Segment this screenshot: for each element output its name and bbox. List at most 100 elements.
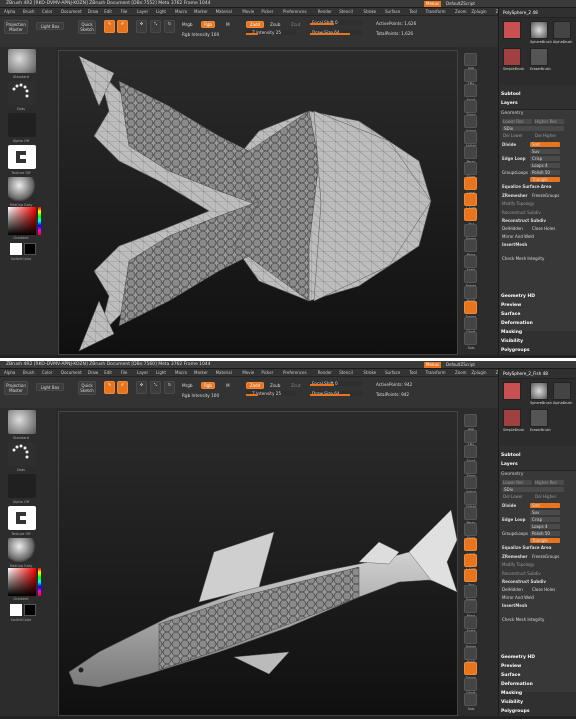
shelf-button-bpr[interactable] [464, 414, 477, 427]
equalize-surface-area-button[interactable]: Equalize Surface Area [502, 545, 551, 550]
del-lower-button[interactable]: Del Lower [503, 494, 523, 499]
sdiv-slider[interactable]: SDiv [504, 487, 513, 492]
rgb-intensity-slider[interactable]: Rgb Intensity 100 [182, 32, 219, 37]
edit-button[interactable]: ✎ [104, 381, 115, 394]
quick-sketch-button[interactable]: Quick Sketch [78, 381, 96, 395]
shelf-button-frame[interactable] [464, 223, 477, 237]
hue-slider[interactable] [38, 207, 41, 235]
main-color-swatch[interactable] [10, 604, 22, 616]
shelf-button-solo[interactable] [464, 332, 477, 345]
menu-edit[interactable]: Edit [104, 9, 112, 14]
layers-header[interactable]: Layers [501, 101, 518, 106]
subtool-header[interactable]: Subtool [501, 453, 521, 458]
zremesher-button[interactable]: ZRemesher [502, 193, 528, 198]
draw-size-slider[interactable]: Draw Size 64 [310, 391, 362, 396]
stroke-thumbnail[interactable] [8, 442, 36, 466]
texture-thumbnail[interactable] [8, 145, 36, 169]
polygroups-header[interactable]: Polygroups [501, 348, 530, 353]
menu-file[interactable]: File [121, 370, 128, 375]
focal-shift-slider[interactable]: Focal Shift 0 [310, 381, 362, 386]
del-higher-button[interactable]: Del Higher [535, 133, 556, 138]
shelf-button-polyf[interactable] [464, 646, 477, 660]
suv-toggle[interactable]: Suv [532, 510, 539, 515]
equalize-surface-area-button[interactable]: Equalize Surface Area [502, 184, 551, 189]
edge-loop-button[interactable]: Edge Loop [502, 517, 525, 522]
z-intensity-slider[interactable]: Z Intensity 25 [246, 391, 296, 396]
focal-shift-slider[interactable]: Focal Shift 0 [310, 20, 362, 25]
polish-slider[interactable]: Polish 50 [532, 531, 550, 536]
hue-slider[interactable] [38, 568, 41, 596]
higher-res-button[interactable]: Higher Res [535, 480, 557, 485]
mirror-and-weld-button[interactable]: Mirror And Weld [502, 234, 534, 239]
current-tool-thumbnail[interactable] [503, 382, 521, 400]
shelf-button-rotate[interactable] [464, 270, 477, 283]
projection-master-button[interactable]: Projection Master [4, 381, 28, 395]
menu-brush[interactable]: Brush [23, 370, 35, 375]
modify-topology-button[interactable]: Modify Topology [502, 562, 534, 567]
menu-alpha[interactable]: Alpha [4, 9, 15, 14]
masking-header[interactable]: Masking [501, 691, 522, 696]
geometry-hd-header[interactable]: Geometry HD [501, 655, 535, 660]
shelf-button-lsym[interactable] [464, 553, 477, 567]
menu-render[interactable]: Render [318, 370, 332, 375]
geometry-header[interactable]: Geometry [501, 111, 523, 116]
close-holes-button[interactable]: Close Holes [532, 587, 555, 592]
delhidden-button[interactable]: DelHidden [502, 226, 523, 231]
menu-layer[interactable]: Layer [137, 9, 148, 14]
spherebrush-thumbnail[interactable] [530, 382, 548, 400]
groups-loops-button[interactable]: GroupsLoops [502, 170, 528, 175]
simplebrush-thumbnail[interactable] [503, 48, 521, 66]
shelf-button-actual[interactable] [464, 476, 477, 489]
menu-layer[interactable]: Layer [137, 370, 148, 375]
default-zscript-button[interactable]: DefaultZScript [444, 1, 477, 7]
menu-transform[interactable]: Transform [426, 370, 446, 375]
shelf-button-scale[interactable] [464, 615, 477, 629]
crisp-toggle[interactable]: Crisp [532, 517, 542, 522]
menu-tool[interactable]: Tool [409, 9, 417, 14]
freeze-groups-toggle[interactable]: FreezeGroups [532, 554, 559, 559]
del-higher-button[interactable]: Del Higher [535, 494, 556, 499]
subtool-header[interactable]: Subtool [501, 92, 521, 97]
shelf-button-transp[interactable] [464, 662, 477, 675]
move-button[interactable]: ✥ [136, 20, 147, 33]
shelf-button-scroll[interactable] [464, 445, 477, 458]
m-toggle[interactable]: M [226, 22, 230, 27]
zadd-toggle[interactable]: Zadd [246, 382, 264, 389]
delhidden-button[interactable]: DelHidden [502, 587, 523, 592]
move-button[interactable]: ✥ [136, 381, 147, 394]
draw-size-slider[interactable]: Draw Size 64 [310, 30, 362, 35]
mrgb-toggle[interactable]: Mrgb [182, 383, 193, 388]
menu-light[interactable]: Light [156, 9, 166, 14]
material-thumbnail[interactable] [8, 177, 36, 201]
suv-toggle[interactable]: Suv [532, 149, 539, 154]
alpha-thumbnail[interactable] [8, 474, 36, 498]
texture-thumbnail[interactable] [8, 506, 36, 530]
shelf-button-floor[interactable] [464, 161, 477, 175]
projection-master-button[interactable]: Projection Master [4, 20, 28, 34]
menu-document[interactable]: Document [61, 370, 82, 375]
menu-stencil[interactable]: Stencil [339, 9, 353, 14]
lightbox-button[interactable]: Light Box [36, 22, 64, 30]
alphabrush-thumbnail[interactable] [553, 21, 571, 39]
smt-toggle[interactable]: Smt [532, 503, 540, 508]
preview-header[interactable]: Preview [501, 303, 521, 308]
menu-document[interactable]: Document [61, 9, 82, 14]
menu-stroke[interactable]: Stroke [363, 370, 376, 375]
menu-surface[interactable]: Surface [385, 370, 400, 375]
mrgb-toggle[interactable]: Mrgb [182, 22, 193, 27]
menu-color[interactable]: Color [42, 370, 52, 375]
secondary-color-swatch[interactable] [24, 243, 36, 255]
geometry-header[interactable]: Geometry [501, 472, 523, 477]
shelf-button-rotate[interactable] [464, 631, 477, 644]
shelf-button-lsym[interactable] [464, 192, 477, 206]
rgb-intensity-slider[interactable]: Rgb Intensity 100 [182, 393, 219, 398]
default-zscript-button[interactable]: DefaultZScript [444, 362, 477, 368]
menu-stroke[interactable]: Stroke [363, 9, 376, 14]
shelf-button-scroll[interactable] [464, 84, 477, 97]
rgb-toggle[interactable]: Rgb [201, 21, 215, 28]
zadd-toggle[interactable]: Zadd [246, 21, 264, 28]
shelf-button-aahalf[interactable] [464, 491, 477, 505]
menu-preferences[interactable]: Preferences [283, 9, 307, 14]
zcut-toggle[interactable]: Zcut [291, 22, 300, 27]
reconstruct-subdiv-button-2[interactable]: Reconstruct Subdiv [502, 218, 546, 223]
